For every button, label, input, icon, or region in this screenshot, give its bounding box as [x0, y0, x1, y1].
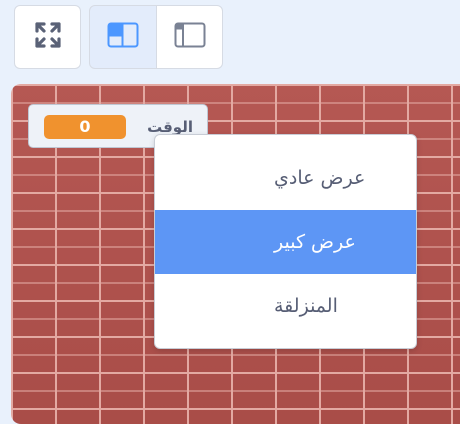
- monitor-context-menu: عرض عادي عرض كبير المنزلقة: [154, 134, 417, 349]
- menu-item-label: عرض كبير: [274, 231, 356, 253]
- large-stage-button[interactable]: [157, 5, 223, 69]
- fullscreen-button[interactable]: [14, 5, 81, 69]
- large-stage-icon: [174, 22, 206, 52]
- menu-item-slider[interactable]: المنزلقة: [155, 274, 416, 338]
- small-stage-icon: [107, 22, 139, 52]
- fullscreen-icon: [33, 20, 63, 54]
- small-stage-button[interactable]: [89, 5, 157, 69]
- menu-item-normal-readout[interactable]: عرض عادي: [155, 146, 416, 210]
- menu-item-label: عرض عادي: [274, 167, 366, 189]
- menu-item-label: المنزلقة: [274, 295, 338, 317]
- menu-item-large-readout[interactable]: عرض كبير: [155, 210, 416, 274]
- monitor-value: 0: [44, 115, 126, 139]
